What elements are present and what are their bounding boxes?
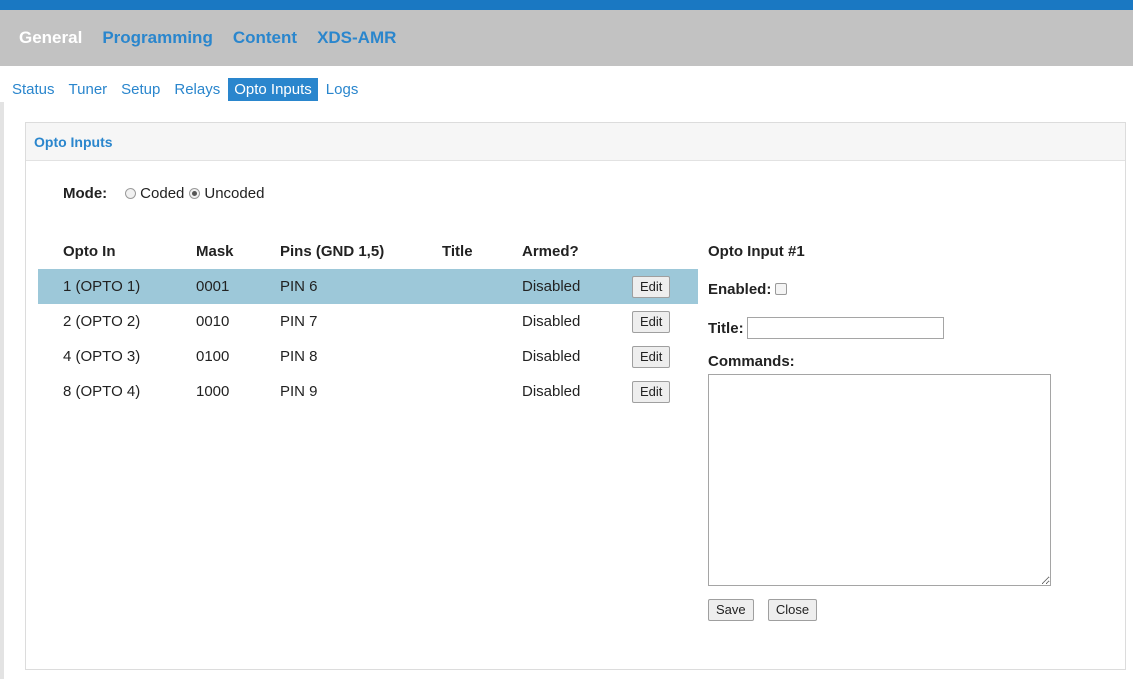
main-nav-programming[interactable]: Programming: [102, 28, 213, 48]
table-row[interactable]: 8 (OPTO 4) 1000 PIN 9 Disabled Edit: [38, 374, 698, 409]
cell-title: [442, 339, 522, 374]
cell-title: [442, 269, 522, 304]
cell-armed: Disabled: [522, 383, 581, 400]
table-row[interactable]: 4 (OPTO 3) 0100 PIN 8 Disabled Edit: [38, 339, 698, 374]
title-row: Title:: [708, 317, 1048, 339]
mode-selector: Mode: Coded Uncoded: [63, 185, 269, 202]
edit-panel-title: Opto Input #1: [708, 243, 805, 260]
cell-opto-in: 2 (OPTO 2): [63, 313, 141, 330]
tab-relays[interactable]: Relays: [168, 78, 226, 101]
main-nav-xds-amr[interactable]: XDS-AMR: [317, 28, 396, 48]
cell-pins: PIN 6: [280, 269, 442, 304]
close-button[interactable]: Close: [767, 599, 818, 621]
col-header-title: Title: [442, 242, 473, 260]
cell-actions: Edit: [632, 339, 698, 374]
panel-title: Opto Inputs: [26, 123, 1125, 161]
cell-mask: 0010: [196, 313, 230, 330]
cell-title: [442, 304, 522, 339]
cell-armed: Disabled: [522, 348, 581, 365]
enabled-checkbox[interactable]: [775, 283, 788, 295]
cell-pins: PIN 7: [280, 313, 318, 330]
col-header-pins: Pins (GND 1,5): [280, 242, 385, 260]
col-header-armed: Armed?: [522, 242, 579, 260]
cell-title: [442, 374, 522, 409]
cell-armed: Disabled: [522, 269, 632, 304]
main-nav: General Programming Content XDS-AMR: [0, 10, 1133, 66]
title-input[interactable]: [746, 317, 944, 339]
opto-inputs-panel: Opto Inputs Mode: Coded Uncoded Opto In …: [25, 122, 1126, 670]
col-header-actions: [632, 233, 698, 269]
main-nav-content[interactable]: Content: [233, 28, 297, 48]
main-nav-general[interactable]: General: [19, 28, 82, 48]
commands-textarea[interactable]: [708, 374, 1051, 586]
cell-opto-in: 4 (OPTO 3): [63, 348, 141, 365]
table-row[interactable]: 1 (OPTO 1) 0001 PIN 6 Disabled Edit: [38, 269, 698, 304]
cell-actions: Edit: [632, 269, 698, 304]
mode-coded-radio[interactable]: [125, 188, 137, 199]
edit-button[interactable]: Edit: [632, 345, 671, 368]
left-edge-bar: [0, 102, 4, 679]
cell-mask: 0001: [196, 269, 280, 304]
table-header-row: Opto In Mask Pins (GND 1,5) Title Armed?: [38, 233, 698, 269]
title-label: Title:: [708, 319, 744, 337]
tab-opto-inputs[interactable]: Opto Inputs: [228, 77, 318, 101]
edit-actions: Save Close: [708, 599, 1048, 621]
tab-tuner[interactable]: Tuner: [63, 78, 114, 101]
table-row[interactable]: 2 (OPTO 2) 0010 PIN 7 Disabled Edit: [38, 304, 698, 339]
cell-actions: Edit: [632, 304, 698, 339]
enabled-label: Enabled:: [708, 281, 772, 298]
mode-coded-label[interactable]: Coded: [140, 185, 184, 202]
mode-uncoded-radio[interactable]: [189, 188, 201, 199]
cell-opto-in: 8 (OPTO 4): [63, 383, 141, 400]
cell-pins: PIN 8: [280, 348, 318, 365]
edit-button[interactable]: Edit: [632, 310, 671, 333]
edit-button[interactable]: Edit: [632, 380, 671, 403]
cell-actions: Edit: [632, 374, 698, 409]
opto-table: Opto In Mask Pins (GND 1,5) Title Armed?…: [38, 233, 698, 409]
col-header-mask: Mask: [196, 242, 234, 260]
cell-pins: PIN 9: [280, 383, 318, 400]
mode-label: Mode:: [63, 185, 108, 202]
cell-opto-in: 1 (OPTO 1): [38, 269, 196, 304]
tab-logs[interactable]: Logs: [320, 78, 365, 101]
edit-button[interactable]: Edit: [632, 275, 671, 298]
col-header-opto-in: Opto In: [63, 242, 116, 260]
tab-setup[interactable]: Setup: [115, 78, 166, 101]
cell-mask: 0100: [196, 348, 230, 365]
mode-uncoded-label[interactable]: Uncoded: [204, 185, 264, 202]
sub-nav: Status Tuner Setup Relays Opto Inputs Lo…: [0, 76, 366, 102]
top-accent-stripe: [0, 0, 1133, 10]
save-button[interactable]: Save: [708, 599, 754, 621]
tab-status[interactable]: Status: [6, 78, 61, 101]
opto-edit-panel: Opto Input #1 Enabled: Title: Commands: …: [708, 243, 1051, 621]
cell-mask: 1000: [196, 383, 230, 400]
cell-armed: Disabled: [522, 313, 581, 330]
enabled-row: Enabled:: [708, 281, 1048, 301]
commands-label: Commands:: [708, 353, 795, 370]
